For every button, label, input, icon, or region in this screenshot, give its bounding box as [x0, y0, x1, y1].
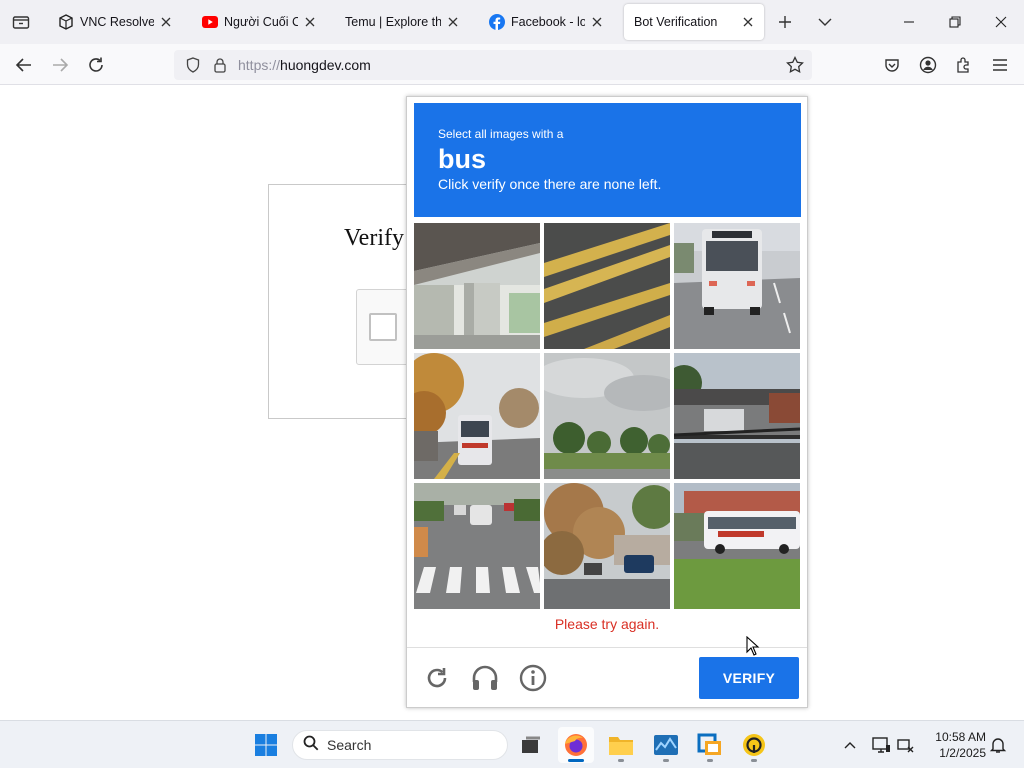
chevron-down-icon[interactable] — [815, 12, 835, 32]
captcha-tile-overpass-pillar[interactable] — [414, 223, 540, 349]
close-window-button[interactable] — [978, 0, 1024, 44]
close-icon[interactable] — [740, 14, 756, 30]
remote-desktop-icon[interactable] — [692, 727, 728, 763]
captcha-tile-bus-street-autumn[interactable] — [414, 353, 540, 479]
verify-button[interactable]: VERIFY — [699, 657, 799, 699]
youtube-icon — [202, 14, 218, 30]
task-view-icon[interactable] — [513, 727, 549, 763]
facebook-icon — [489, 14, 505, 30]
taskbar: Search 10:58 AM 1/2/2025 — [0, 720, 1024, 768]
search-icon — [303, 735, 319, 756]
display-icon[interactable] — [869, 733, 893, 757]
captcha-challenge: Select all images with a bus Click verif… — [406, 96, 808, 708]
url-text[interactable]: https://huongdev.com — [238, 57, 371, 73]
account-icon[interactable] — [915, 52, 941, 78]
navigation-bar: https://huongdev.com — [0, 44, 1024, 85]
info-icon[interactable] — [517, 662, 549, 694]
tab-bot-verification[interactable]: Bot Verification — [624, 4, 764, 40]
tab-facebook[interactable]: Facebook - log i — [481, 4, 613, 40]
page-title: Verify — [344, 225, 404, 251]
close-icon[interactable] — [445, 14, 461, 30]
shield-icon[interactable] — [184, 56, 202, 74]
back-button[interactable] — [11, 52, 37, 78]
search-label: Search — [327, 737, 372, 753]
mouse-cursor-icon — [746, 635, 760, 661]
new-tab-button[interactable] — [775, 12, 795, 32]
captcha-target: bus — [438, 144, 487, 174]
cube-icon — [58, 14, 74, 30]
close-icon[interactable] — [158, 14, 174, 30]
instruction-line-2: Click verify once there are none left. — [438, 176, 662, 192]
taskbar-search[interactable]: Search — [292, 730, 508, 760]
start-button[interactable] — [248, 727, 284, 763]
tab-title: VNC Resolver - ( — [80, 15, 154, 29]
headphones-icon[interactable] — [469, 662, 501, 694]
tab-title: Facebook - log i — [511, 15, 585, 29]
bookmark-star-icon[interactable] — [786, 56, 804, 74]
stock-chart-app-icon[interactable] — [648, 727, 684, 763]
close-icon[interactable] — [302, 14, 318, 30]
url-bar[interactable]: https://huongdev.com — [174, 50, 812, 80]
tab-title: Temu | Explore the L — [345, 15, 441, 29]
chevron-up-icon[interactable] — [838, 733, 862, 757]
notification-icon[interactable] — [986, 733, 1010, 757]
extensions-icon[interactable] — [951, 52, 977, 78]
captcha-header: Select all images with a bus Click verif… — [414, 103, 801, 217]
forward-button[interactable] — [47, 52, 73, 78]
lock-icon[interactable] — [211, 56, 229, 74]
captcha-tile-white-bus-side[interactable] — [674, 483, 800, 609]
captcha-tile-bus-front[interactable] — [674, 223, 800, 349]
restore-button[interactable] — [932, 0, 978, 44]
clock-date: 1/2/2025 — [939, 746, 986, 760]
tab-title: Người Cuối Cùn — [224, 15, 298, 29]
reload-challenge-icon[interactable] — [421, 662, 453, 694]
captcha-checkbox[interactable] — [369, 313, 397, 341]
clock[interactable]: 10:58 AM 1/2/2025 — [924, 729, 986, 761]
file-explorer-icon[interactable] — [603, 727, 639, 763]
firefox-taskbar-icon[interactable] — [558, 727, 594, 763]
captcha-tile-bus-station[interactable] — [674, 353, 800, 479]
captcha-tile-road-yellow-lines[interactable] — [544, 223, 670, 349]
tab-vnc-resolver[interactable]: VNC Resolver - ( — [50, 4, 182, 40]
minimize-button[interactable] — [886, 0, 932, 44]
reload-button[interactable] — [83, 52, 109, 78]
network-icon[interactable] — [894, 733, 918, 757]
tab-title: Bot Verification — [634, 15, 718, 29]
error-message: Please try again. — [554, 616, 660, 632]
tab-youtube[interactable]: Người Cuối Cùn — [194, 4, 326, 40]
menu-icon[interactable] — [987, 52, 1013, 78]
instruction-line-1: Select all images with a — [438, 127, 564, 141]
clock-time: 10:58 AM — [935, 730, 986, 744]
support-app-icon[interactable] — [736, 727, 772, 763]
tab-strip: VNC Resolver - ( Người Cuối Cùn Temu | E… — [0, 0, 1024, 44]
captcha-tile-crosswalk-street[interactable] — [414, 483, 540, 609]
close-icon[interactable] — [589, 14, 605, 30]
captcha-tile-autumn-tree-street[interactable] — [544, 483, 670, 609]
firefox-view-icon[interactable] — [8, 8, 34, 36]
tab-temu[interactable]: Temu | Explore the L — [337, 4, 469, 40]
captcha-tile-trees-sky[interactable] — [544, 353, 670, 479]
pocket-icon[interactable] — [879, 52, 905, 78]
